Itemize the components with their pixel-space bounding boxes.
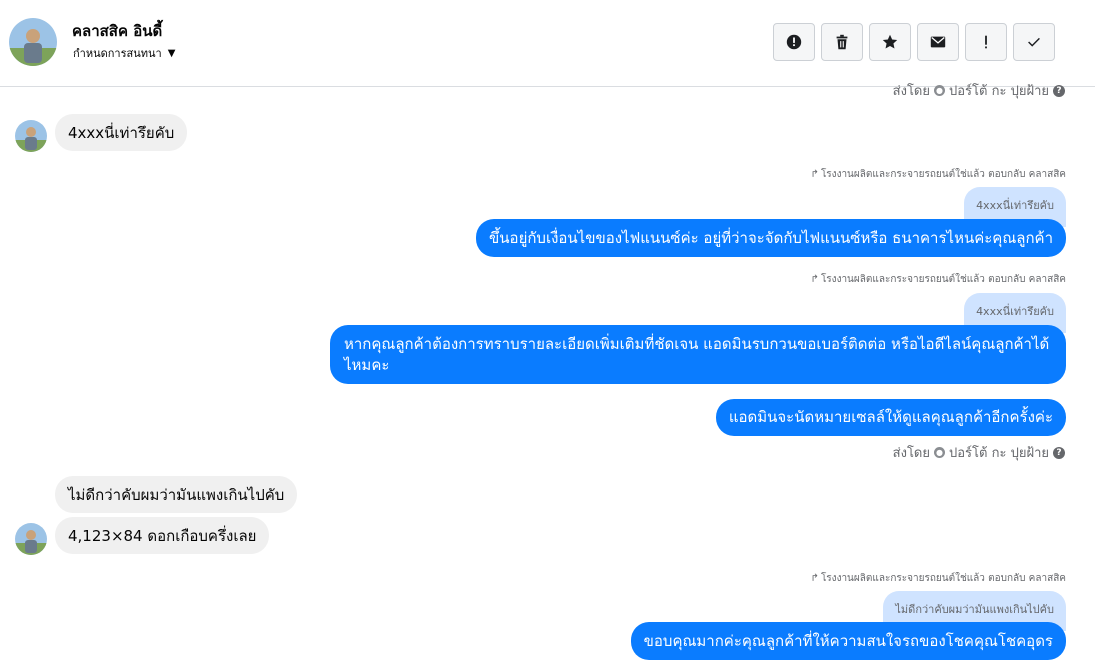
caret-down-icon: ▼ bbox=[167, 47, 176, 59]
envelope-icon bbox=[930, 36, 946, 48]
outgoing-message[interactable]: ขอบคุณมากค่ะคุณลูกค้าที่ให้ความสนใจรถของ… bbox=[630, 622, 1066, 660]
alert-circle-icon bbox=[786, 34, 802, 50]
user-icon: ● bbox=[934, 447, 945, 458]
help-icon[interactable]: ? bbox=[1053, 446, 1065, 459]
contact-name[interactable]: คลาสสิค อินดี้ bbox=[72, 19, 162, 43]
reply-context-label: ↱ โรงงานผลิตและกระจายรถยนต์ใช่แล้ว ตอบกล… bbox=[811, 571, 1066, 586]
schedule-dropdown[interactable]: กำหนดการสนทนา ▼ bbox=[73, 44, 175, 62]
exclamation-icon bbox=[985, 35, 987, 49]
contact-avatar[interactable] bbox=[9, 18, 57, 66]
incoming-message[interactable]: ไม่ดีกว่าคับผมว่ามันแพงเกินไปคับ bbox=[55, 476, 298, 513]
trash-icon bbox=[836, 34, 848, 50]
important-button[interactable] bbox=[965, 23, 1007, 61]
sent-by-status-top: ส่งโดย ● ปอร์โต้ กะ ปุยฝ้าย ? bbox=[893, 80, 1065, 101]
user-icon: ● bbox=[934, 85, 945, 96]
schedule-label: กำหนดการสนทนา bbox=[73, 47, 162, 60]
star-icon bbox=[882, 34, 898, 49]
check-icon bbox=[1028, 37, 1040, 47]
outgoing-message[interactable]: หากคุณลูกค้าต้องการทราบรายละเอียดเพิ่มเต… bbox=[330, 325, 1066, 384]
reply-arrow-icon: ↱ bbox=[810, 573, 819, 584]
reply-context-text: โรงงานผลิตและกระจายรถยนต์ใช่แล้ว ตอบกลับ… bbox=[820, 573, 1066, 584]
incoming-message[interactable]: 4xxxนี่เท่ารึยคับ bbox=[55, 114, 188, 151]
reply-arrow-icon: ↱ bbox=[810, 274, 819, 285]
reply-context-label: ↱ โรงงานผลิตและกระจายรถยนต์ใช่แล้ว ตอบกล… bbox=[811, 272, 1066, 287]
agent-name: ปอร์โต้ กะ ปุยฝ้าย bbox=[949, 84, 1049, 99]
mark-unread-button[interactable] bbox=[917, 23, 959, 61]
sent-by-status: ส่งโดย ● ปอร์โต้ กะ ปุยฝ้าย ? bbox=[893, 442, 1065, 463]
spam-button[interactable] bbox=[773, 23, 815, 61]
outgoing-message[interactable]: ขึ้นอยู่กับเงื่อนไขของไฟแนนซ์ค่ะ อยู่ที่… bbox=[476, 219, 1066, 257]
sent-by-label: ส่งโดย bbox=[892, 446, 930, 461]
sent-by-label: ส่งโดย bbox=[892, 84, 930, 99]
help-icon[interactable]: ? bbox=[1053, 84, 1065, 97]
reply-arrow-icon: ↱ bbox=[810, 169, 819, 180]
reply-context-text: โรงงานผลิตและกระจายรถยนต์ใช่แล้ว ตอบกลับ… bbox=[820, 274, 1066, 285]
conversation-header: คลาสสิค อินดี้ กำหนดการสนทนา ▼ bbox=[0, 0, 1095, 87]
action-toolbar bbox=[773, 23, 1055, 61]
incoming-message[interactable]: 4,123×84 ดอกเกือบครึ่งเลย bbox=[55, 517, 270, 554]
reply-context-label: ↱ โรงงานผลิตและกระจายรถยนต์ใช่แล้ว ตอบกล… bbox=[811, 167, 1066, 182]
done-button[interactable] bbox=[1013, 23, 1055, 61]
contact-avatar-small[interactable] bbox=[15, 120, 47, 152]
reply-context-text: โรงงานผลิตและกระจายรถยนต์ใช่แล้ว ตอบกลับ… bbox=[820, 169, 1066, 180]
star-button[interactable] bbox=[869, 23, 911, 61]
delete-button[interactable] bbox=[821, 23, 863, 61]
contact-avatar-small[interactable] bbox=[15, 523, 47, 555]
agent-name: ปอร์โต้ กะ ปุยฝ้าย bbox=[949, 446, 1049, 461]
outgoing-message[interactable]: แอดมินจะนัดหมายเซลล์ให้ดูแลคุณลูกค้าอีกค… bbox=[715, 399, 1066, 436]
